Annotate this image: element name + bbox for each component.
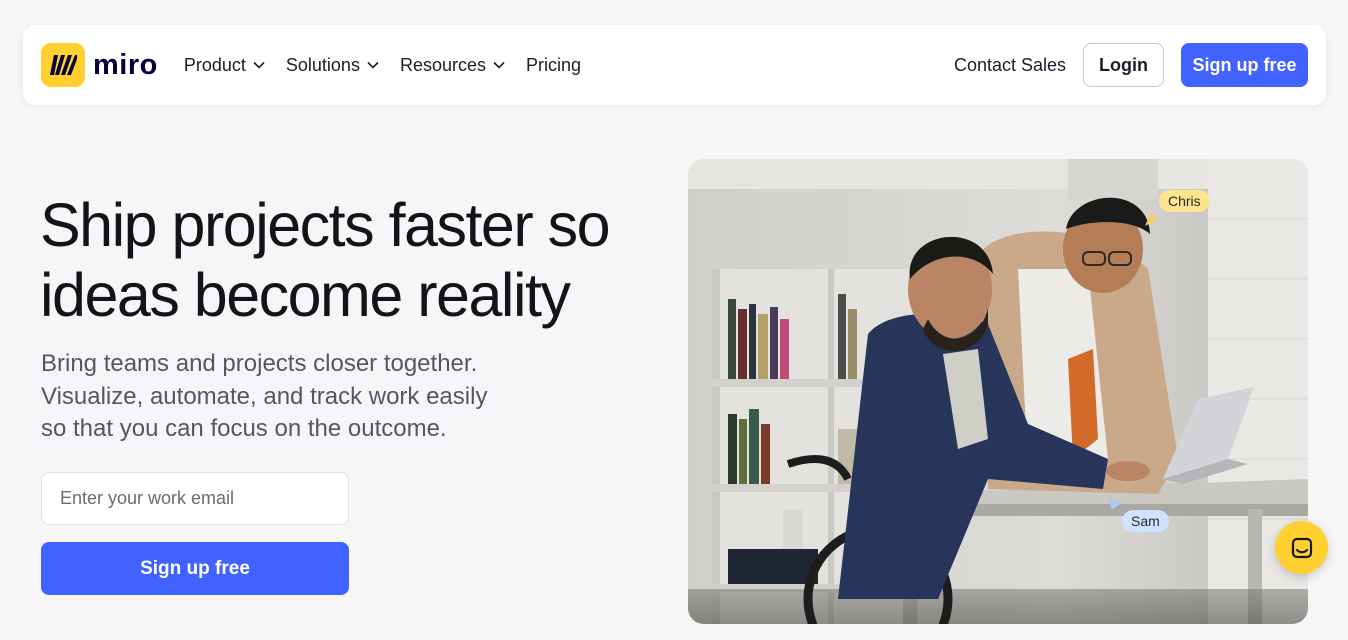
login-button[interactable]: Login (1083, 43, 1164, 87)
chevron-down-icon (493, 61, 505, 69)
nav-actions: Contact Sales Login Sign up free (954, 43, 1308, 87)
chevron-down-icon (367, 61, 379, 69)
cursor-tag-chris: Chris (1143, 190, 1210, 228)
hero-subtitle-line: so that you can focus on the outcome. (41, 415, 447, 442)
nav-item-solutions[interactable]: Solutions (286, 55, 379, 76)
chat-icon (1291, 537, 1312, 558)
cursor-arrow-icon (1145, 212, 1157, 226)
nav-item-label: Resources (399, 54, 486, 75)
miro-logo-icon (41, 43, 85, 87)
hero-title-line: ideas become reality (40, 261, 571, 329)
main-menu: Product Solutions Resources Pricing (184, 55, 581, 76)
nav-item-label: Product (183, 54, 246, 75)
chevron-down-icon (253, 61, 265, 69)
work-email-input[interactable] (41, 472, 349, 525)
hero-photo: Chris Sam (688, 159, 1308, 624)
nav-item-product[interactable]: Product (184, 55, 265, 76)
nav-item-resources[interactable]: Resources (400, 55, 505, 76)
chat-launcher-button[interactable] (1275, 521, 1328, 574)
nav-item-label: Pricing (526, 54, 582, 75)
cursor-tag-sam: Sam (1106, 496, 1169, 532)
cursor-tag-label: Chris (1159, 190, 1210, 212)
contact-sales-link[interactable]: Contact Sales (954, 55, 1066, 76)
hero-subtitle-line: Bring teams and projects closer together… (41, 350, 478, 377)
office-scene-illustration (688, 159, 1308, 624)
hero-title: Ship projects faster so ideas become rea… (40, 190, 660, 330)
nav-item-label: Solutions (285, 54, 360, 75)
signup-button-hero[interactable]: Sign up free (41, 542, 349, 595)
top-nav: miro Product Solutions Resources Pricing… (23, 25, 1326, 105)
brand-name: miro (93, 48, 158, 81)
hero-subtitle: Bring teams and projects closer together… (41, 348, 561, 446)
miro-logo[interactable]: miro (41, 43, 158, 87)
hero-subtitle-line: Visualize, automate, and track work easi… (41, 382, 488, 410)
signup-button-nav[interactable]: Sign up free (1181, 43, 1308, 87)
cursor-tag-label: Sam (1122, 510, 1169, 532)
cursor-arrow-icon (1108, 498, 1120, 510)
nav-item-pricing[interactable]: Pricing (526, 55, 581, 76)
hero-title-line: Ship projects faster so (40, 191, 611, 259)
